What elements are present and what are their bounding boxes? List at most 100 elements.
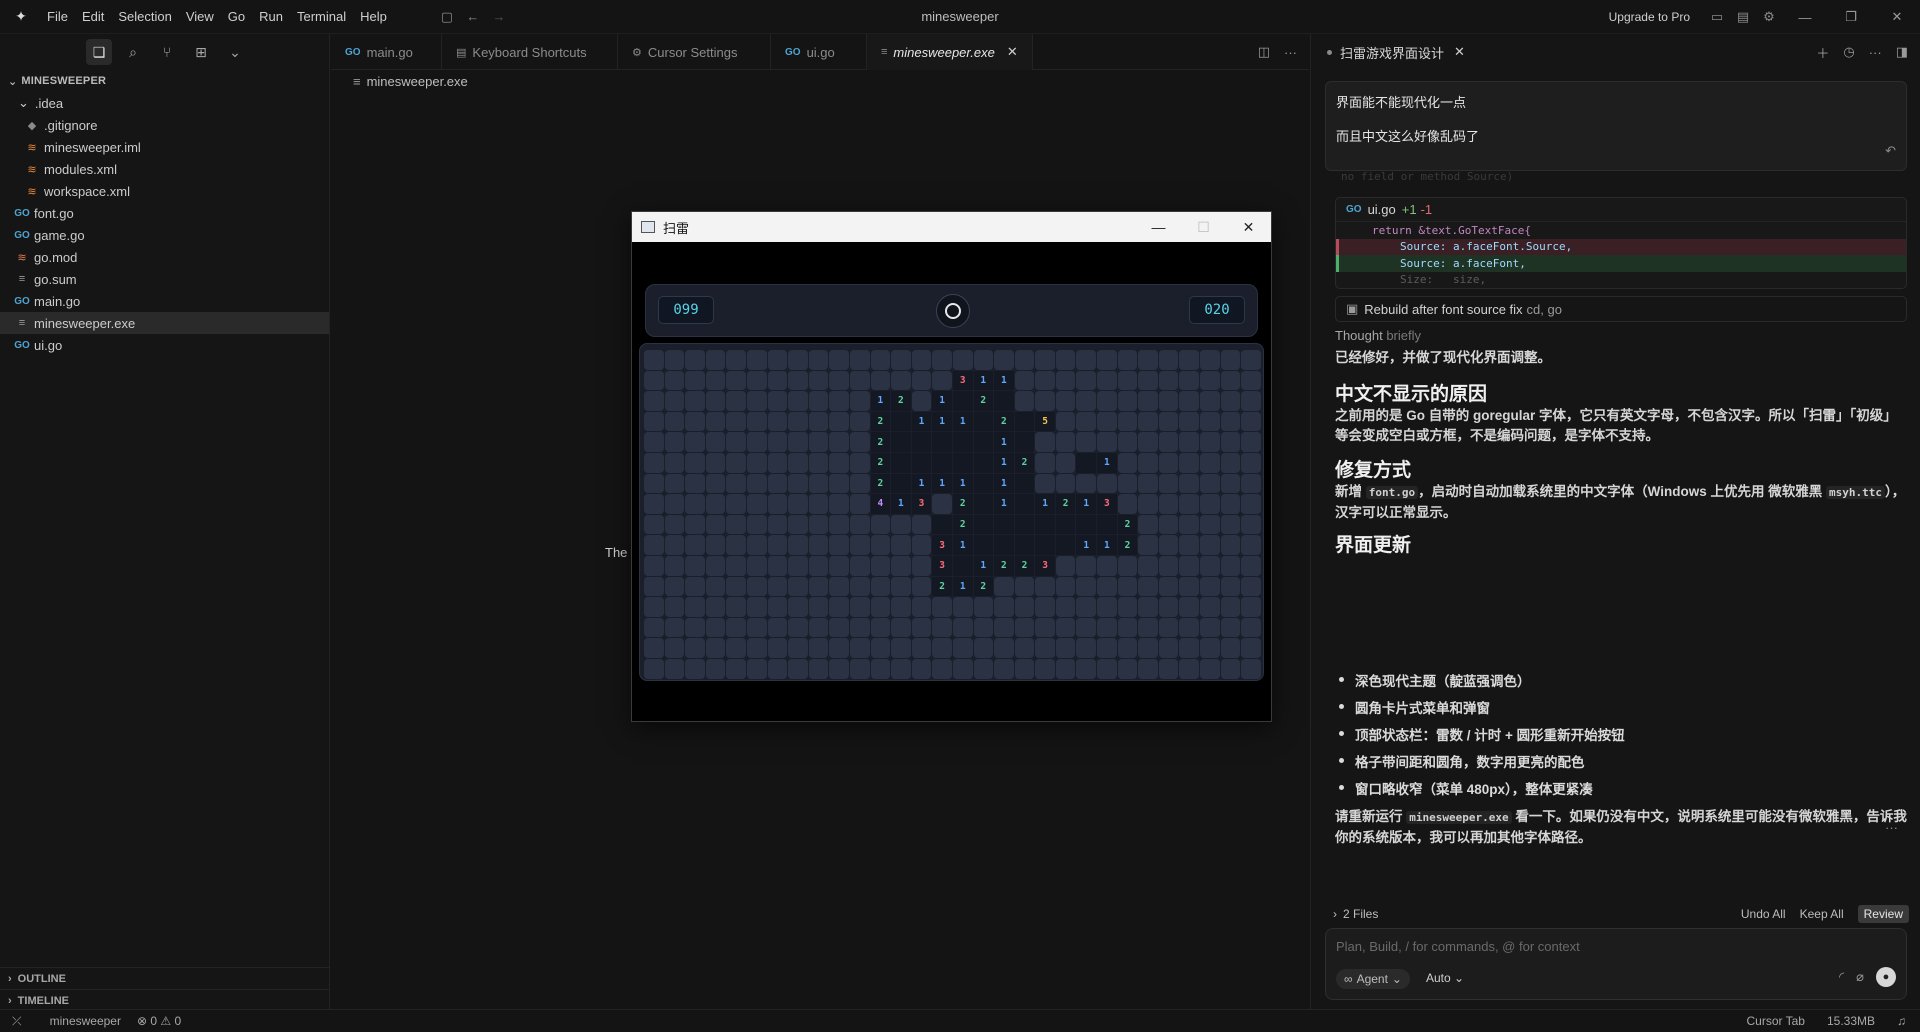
diff-file-name[interactable]: ui.go: [1368, 202, 1396, 217]
mine-cell[interactable]: [1241, 370, 1261, 391]
mine-cell[interactable]: [685, 597, 705, 617]
mine-cell[interactable]: [1220, 432, 1241, 452]
mine-cell[interactable]: [891, 370, 911, 391]
mine-cell[interactable]: [808, 658, 829, 679]
mine-cell[interactable]: [891, 576, 911, 597]
mine-cell[interactable]: [994, 597, 1014, 617]
mine-cell[interactable]: [705, 350, 726, 370]
mine-cell[interactable]: [1076, 658, 1097, 679]
mine-cell[interactable]: [891, 432, 911, 452]
mine-cell[interactable]: 2: [932, 576, 952, 597]
mine-cell[interactable]: 1: [870, 391, 891, 411]
mine-cell[interactable]: [911, 452, 932, 473]
mine-cell[interactable]: [829, 535, 849, 555]
mine-cell[interactable]: [911, 370, 932, 391]
mine-cell[interactable]: [849, 617, 870, 638]
mine-cell[interactable]: [952, 597, 973, 617]
mine-cell[interactable]: [1117, 370, 1138, 391]
mine-cell[interactable]: [767, 350, 788, 370]
mine-cell[interactable]: [1241, 658, 1261, 679]
mine-cell[interactable]: [1241, 555, 1261, 576]
mine-cell[interactable]: [808, 391, 829, 411]
mine-cell[interactable]: 2: [994, 555, 1014, 576]
mine-cell[interactable]: [726, 535, 746, 555]
mine-cell[interactable]: [808, 576, 829, 597]
mine-cell[interactable]: [788, 473, 808, 494]
mine-cell[interactable]: [1035, 638, 1055, 658]
mine-cell[interactable]: [1076, 617, 1097, 638]
mine-cell[interactable]: [829, 473, 849, 494]
mine-cell[interactable]: [746, 617, 767, 638]
tab-ui-go[interactable]: GO ui.go: [771, 34, 867, 70]
mine-cell[interactable]: [829, 350, 849, 370]
mine-cell[interactable]: [1158, 555, 1179, 576]
mine-cell[interactable]: [1035, 535, 1055, 555]
forward-arrow-icon[interactable]: →: [486, 6, 512, 28]
mine-cell[interactable]: [1097, 617, 1117, 638]
mine-cell[interactable]: [1076, 473, 1097, 494]
keep-all-button[interactable]: Keep All: [1800, 907, 1844, 921]
mine-cell[interactable]: [664, 658, 685, 679]
menu-file[interactable]: File: [40, 9, 75, 24]
mine-cell[interactable]: [973, 617, 994, 638]
mine-cell[interactable]: [891, 617, 911, 638]
mine-cell[interactable]: [994, 576, 1014, 597]
mine-cell[interactable]: [1220, 350, 1241, 370]
mine-cell[interactable]: [952, 452, 973, 473]
mine-cell[interactable]: [685, 452, 705, 473]
mine-cell[interactable]: [1055, 514, 1076, 535]
file-gitignore[interactable]: ◆ .gitignore: [0, 114, 329, 136]
mine-cell[interactable]: [685, 617, 705, 638]
mine-cell[interactable]: 4: [870, 494, 891, 514]
mine-cell[interactable]: [932, 350, 952, 370]
mine-cell[interactable]: [746, 535, 767, 555]
mine-cell[interactable]: [664, 473, 685, 494]
mine-cell[interactable]: [829, 452, 849, 473]
mine-cell[interactable]: [1179, 576, 1200, 597]
mine-cell[interactable]: [644, 638, 664, 658]
mine-cell[interactable]: [1055, 411, 1076, 432]
thought-line[interactable]: Thought briefly: [1335, 326, 1907, 346]
file-go-mod[interactable]: ≋ go.mod: [0, 246, 329, 268]
mine-cell[interactable]: [644, 411, 664, 432]
mine-cell[interactable]: [1241, 597, 1261, 617]
mine-cell[interactable]: [767, 411, 788, 432]
mine-cell[interactable]: 1: [952, 576, 973, 597]
mine-cell[interactable]: [1076, 411, 1097, 432]
mine-cell[interactable]: [829, 494, 849, 514]
file-font-go[interactable]: GO font.go: [0, 202, 329, 224]
mine-cell[interactable]: [1241, 494, 1261, 514]
minimize-button[interactable]: —: [1136, 212, 1181, 242]
mine-cell[interactable]: [664, 617, 685, 638]
mine-cell[interactable]: [911, 576, 932, 597]
mine-cell[interactable]: [685, 494, 705, 514]
mine-cell[interactable]: [1220, 473, 1241, 494]
mine-cell[interactable]: [1055, 350, 1076, 370]
mine-cell[interactable]: [994, 391, 1014, 411]
mine-cell[interactable]: [1138, 452, 1158, 473]
mine-cell[interactable]: [870, 576, 891, 597]
mine-cell[interactable]: [664, 555, 685, 576]
mine-cell[interactable]: [1179, 473, 1200, 494]
mine-cell[interactable]: 5: [1035, 411, 1055, 432]
mine-cell[interactable]: [767, 494, 788, 514]
mine-cell[interactable]: [767, 555, 788, 576]
mine-cell[interactable]: [1117, 597, 1138, 617]
mine-cell[interactable]: [1076, 350, 1097, 370]
file-main-go[interactable]: GO main.go: [0, 290, 329, 312]
mine-cell[interactable]: 1: [973, 555, 994, 576]
mine-cell[interactable]: [685, 638, 705, 658]
mine-cell[interactable]: [726, 432, 746, 452]
game-title-bar[interactable]: 扫雷 — ☐ ✕: [632, 212, 1271, 242]
mine-cell[interactable]: [1179, 452, 1200, 473]
mine-cell[interactable]: [973, 432, 994, 452]
mine-cell[interactable]: [994, 535, 1014, 555]
mine-cell[interactable]: [685, 370, 705, 391]
mine-cell[interactable]: [1076, 432, 1097, 452]
mine-cell[interactable]: [1158, 452, 1179, 473]
more-icon[interactable]: ···: [1869, 45, 1882, 60]
mine-cell[interactable]: 1: [911, 411, 932, 432]
mine-cell[interactable]: [767, 617, 788, 638]
mine-cell[interactable]: [664, 432, 685, 452]
mine-cell[interactable]: [705, 535, 726, 555]
